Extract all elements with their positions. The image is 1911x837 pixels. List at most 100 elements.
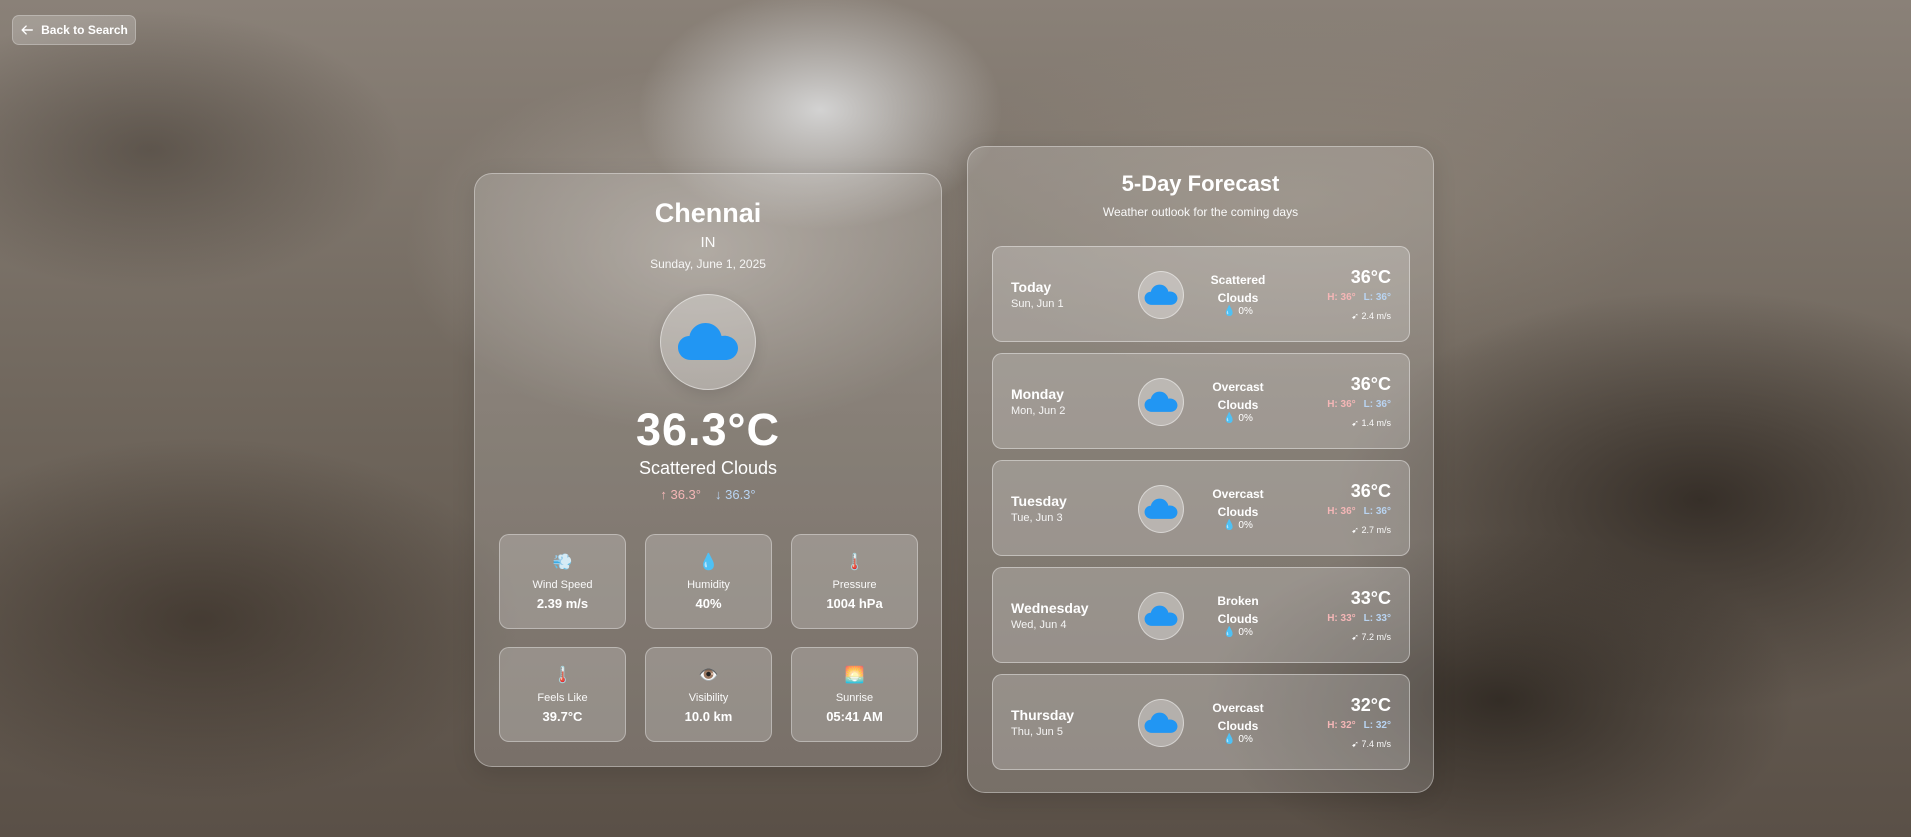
forecast-condition-line2: Clouds [1217, 719, 1259, 733]
droplet-icon: 💧 [1223, 627, 1236, 638]
forecast-date: Wed, Jun 4 [1011, 619, 1067, 631]
cloud-icon [1144, 605, 1178, 626]
cloud-icon [1144, 391, 1178, 412]
precipitation-value: 0% [1238, 520, 1253, 531]
forecast-temperature: 36°C [1350, 267, 1391, 287]
stat-card-humidity: 💧 Humidity 40% [645, 534, 772, 629]
forecast-row: Today Sun, Jun 1 Scattered Clouds 💧 0% 36°C H:… [992, 246, 1410, 342]
forecast-high: H: 36° [1327, 506, 1356, 517]
back-to-search-label: Back to Search [41, 23, 128, 37]
forecast-wind: ➹ 2.4 m/s [1351, 311, 1391, 322]
forecast-date: Tue, Jun 3 [1011, 512, 1063, 524]
forecast-day: Thursday [1011, 707, 1075, 723]
stat-label: Humidity [687, 578, 730, 591]
stat-label: Sunrise [835, 691, 874, 704]
forecast-title: 5-Day Forecast [1121, 171, 1280, 196]
forecast-icon-container [1138, 699, 1184, 747]
low-temp: ↓ 36.3° [715, 487, 756, 502]
forecast-wind: ➹ 1.4 m/s [1351, 418, 1391, 429]
forecast-card: 5-Day Forecast Weather outlook for the c… [967, 146, 1434, 793]
precipitation-value: 0% [1238, 306, 1253, 317]
forecast-subtitle: Weather outlook for the coming days [1102, 205, 1299, 219]
weather-icon-container [660, 294, 756, 390]
wind-value: 1.4 m/s [1361, 418, 1391, 428]
cloud-icon [1144, 712, 1178, 733]
thermometer-icon: 🌡️ [844, 553, 865, 571]
precipitation-value: 0% [1238, 627, 1253, 638]
wind-value: 2.4 m/s [1361, 311, 1391, 321]
sunrise-icon: 🌅 [844, 666, 865, 684]
forecast-precipitation: 💧 0% [1198, 520, 1278, 531]
precipitation-value: 0% [1238, 413, 1253, 424]
droplet-icon: 💧 [1223, 734, 1236, 745]
forecast-date: Thu, Jun 5 [1011, 726, 1063, 738]
forecast-row: Wednesday Wed, Jun 4 Broken Clouds 💧 0% 33°C H… [992, 567, 1410, 663]
forecast-date: Mon, Jun 2 [1011, 405, 1066, 417]
forecast-low: L: 32° [1363, 720, 1391, 731]
forecast-condition-line2: Clouds [1217, 291, 1259, 305]
wind-icon: ➹ [1351, 311, 1359, 321]
forecast-row: Monday Mon, Jun 2 Overcast Clouds 💧 0% 36°C H:… [992, 353, 1410, 449]
current-condition: Scattered Clouds [638, 458, 778, 478]
forecast-temperature: 32°C [1350, 695, 1391, 715]
eye-icon: 👁️ [698, 666, 719, 684]
forecast-condition-line1: Overcast [1212, 380, 1264, 394]
forecast-high-low: H: 33° L: 33° [1327, 613, 1391, 624]
forecast-precipitation: 💧 0% [1198, 306, 1278, 317]
forecast-day: Today [1011, 279, 1052, 295]
forecast-icon-container [1138, 271, 1184, 319]
city-name: Chennai [654, 198, 762, 228]
forecast-high-low: H: 36° L: 36° [1327, 399, 1391, 410]
wind-icon: ➹ [1351, 525, 1359, 535]
stat-value: 40% [695, 595, 722, 611]
forecast-condition-line1: Broken [1217, 594, 1259, 608]
back-to-search-button[interactable]: Back to Search [12, 15, 136, 45]
forecast-low: L: 36° [1363, 506, 1391, 517]
stat-label: Feels Like [537, 691, 588, 704]
stat-label: Wind Speed [532, 578, 593, 591]
country-code: IN [700, 234, 716, 251]
thermometer-icon: 🌡️ [552, 666, 573, 684]
forecast-condition-line2: Clouds [1217, 612, 1259, 626]
stat-label: Pressure [832, 578, 877, 591]
wind-icon: ➹ [1351, 632, 1359, 642]
forecast-condition-line2: Clouds [1217, 398, 1259, 412]
stat-card-pressure: 🌡️ Pressure 1004 hPa [791, 534, 918, 629]
forecast-high: H: 33° [1327, 613, 1356, 624]
forecast-row: Tuesday Tue, Jun 3 Overcast Clouds 💧 0% 36°C H… [992, 460, 1410, 556]
forecast-day: Tuesday [1011, 493, 1067, 509]
droplet-icon: 💧 [698, 553, 719, 571]
current-date: Sunday, June 1, 2025 [650, 257, 766, 271]
stat-value: 1004 hPa [826, 595, 883, 611]
weather-stats-grid: 💨 Wind Speed 2.39 m/s 💧 Humidity 40% 🌡️ … [499, 534, 919, 742]
forecast-condition: Scattered Clouds [1198, 271, 1278, 307]
forecast-list: Today Sun, Jun 1 Scattered Clouds 💧 0% 36°C H:… [992, 246, 1410, 781]
forecast-condition: Overcast Clouds [1198, 699, 1278, 735]
stat-label: Visibility [688, 691, 729, 704]
forecast-icon-container [1138, 378, 1184, 426]
forecast-high-low: H: 36° L: 36° [1327, 506, 1391, 517]
wind-icon: 💨 [552, 553, 573, 571]
forecast-wind: ➹ 7.4 m/s [1351, 739, 1391, 750]
droplet-icon: 💧 [1223, 413, 1236, 424]
stat-card-sunrise: 🌅 Sunrise 05:41 AM [791, 647, 918, 742]
forecast-condition-line1: Overcast [1212, 487, 1264, 501]
forecast-icon-container [1138, 592, 1184, 640]
wind-icon: ➹ [1351, 418, 1359, 428]
forecast-high-low: H: 32° L: 32° [1327, 720, 1391, 731]
arrow-left-icon [21, 25, 34, 35]
forecast-wind: ➹ 7.2 m/s [1351, 632, 1391, 643]
wind-value: 7.4 m/s [1361, 739, 1391, 749]
stat-value: 05:41 AM [826, 708, 883, 724]
stat-value: 10.0 km [684, 708, 733, 724]
wind-value: 7.2 m/s [1361, 632, 1391, 642]
forecast-high: H: 36° [1327, 292, 1356, 303]
stat-card-feels-like: 🌡️ Feels Like 39.7°C [499, 647, 626, 742]
droplet-icon: 💧 [1223, 306, 1236, 317]
forecast-condition-line2: Clouds [1217, 505, 1259, 519]
forecast-condition-line1: Scattered [1210, 273, 1266, 287]
high-low-temps: ↑ 36.3° ↓ 36.3° [475, 487, 941, 502]
current-weather-card: Chennai IN Sunday, June 1, 2025 36.3°C S… [474, 173, 942, 767]
forecast-high-low: H: 36° L: 36° [1327, 292, 1391, 303]
forecast-temperature: 36°C [1350, 374, 1391, 394]
